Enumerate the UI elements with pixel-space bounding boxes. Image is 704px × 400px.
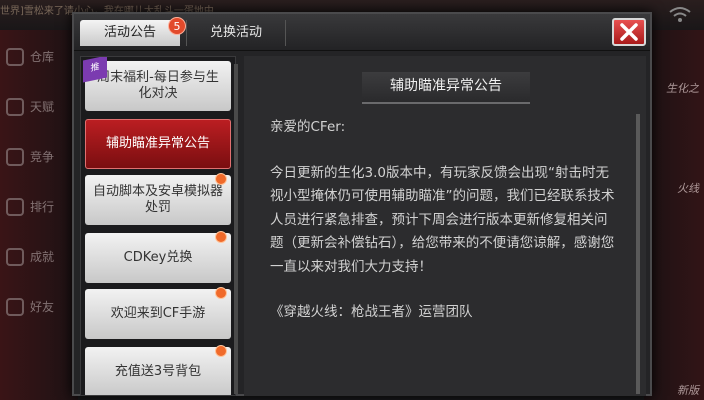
unread-dot (215, 287, 227, 299)
announcement-dialog: 活动公告 5 兑换活动 推 周末福利-每日参与生化对决 辅助瞄准异常公告 自动脚… (72, 12, 652, 396)
notice-signature: 《穿越火线：枪战王者》运营团队 (270, 304, 473, 320)
unread-dot (215, 173, 227, 185)
tab-redeem[interactable]: 兑换活动 (186, 20, 286, 46)
close-button[interactable] (612, 18, 646, 46)
list-item-cdkey[interactable]: CDKey兑换 (85, 231, 231, 283)
background-sidebar: 仓库 天赋 竞争 排行 成就 好友 (0, 30, 78, 400)
compete-icon (6, 148, 24, 166)
list-item-recharge-backpack[interactable]: 充值送3号背包 (85, 345, 231, 395)
list-item-aim-assist-notice[interactable]: 辅助瞄准异常公告 (85, 119, 231, 169)
list-item-weekend-bonus[interactable]: 推 周末福利-每日参与生化对决 (83, 57, 231, 111)
sidebar-item-rank[interactable]: 排行 (0, 190, 70, 224)
list-item-script-penalty[interactable]: 自动脚本及安卓模拟器处罚 (85, 173, 231, 225)
achievement-icon (6, 248, 24, 266)
unread-dot (215, 231, 227, 243)
wifi-icon (669, 7, 691, 22)
list-item-welcome[interactable]: 欢迎来到CF手游 (85, 287, 231, 339)
talent-icon (6, 98, 24, 116)
sidebar-item-talent[interactable]: 天赋 (0, 90, 70, 124)
notice-paragraph: 今日更新的生化3.0版本中，有玩家反馈会出现“射击时无视小型掩体仍可使用辅助瞄准… (270, 164, 615, 275)
content-scrollbar[interactable] (636, 114, 640, 394)
right-label-zombie: 生化之 (665, 82, 702, 95)
rank-icon (6, 198, 24, 216)
sidebar-item-achievement[interactable]: 成就 (0, 240, 70, 274)
right-label-new: 新版 (676, 384, 702, 397)
announcement-list: 推 周末福利-每日参与生化对决 辅助瞄准异常公告 自动脚本及安卓模拟器处罚 CD… (80, 56, 236, 396)
notification-badge: 5 (168, 17, 186, 35)
tab-bar: 活动公告 5 兑换活动 (74, 14, 650, 51)
warehouse-icon (6, 48, 24, 66)
tab-announcements[interactable]: 活动公告 (80, 20, 180, 46)
background-right-panel: 生化之 火线 新版 (644, 30, 704, 400)
sidebar-item-compete[interactable]: 竞争 (0, 140, 70, 174)
sidebar-item-warehouse[interactable]: 仓库 (0, 40, 70, 74)
unread-dot (215, 345, 227, 357)
notice-greeting: 亲爱的CFer: (270, 119, 346, 135)
notice-content: 辅助瞄准异常公告 亲爱的CFer: 今日更新的生化3.0版本中，有玩家反馈会出现… (244, 56, 646, 396)
friends-icon (6, 298, 24, 316)
list-scrollbar[interactable] (234, 64, 238, 394)
right-label-fire: 火线 (676, 182, 702, 195)
close-icon (620, 23, 638, 41)
notice-body: 亲爱的CFer: 今日更新的生化3.0版本中，有玩家反馈会出现“射击时无视小型掩… (270, 116, 620, 325)
sidebar-item-friends[interactable]: 好友 (0, 290, 70, 324)
notice-title: 辅助瞄准异常公告 (362, 72, 530, 104)
